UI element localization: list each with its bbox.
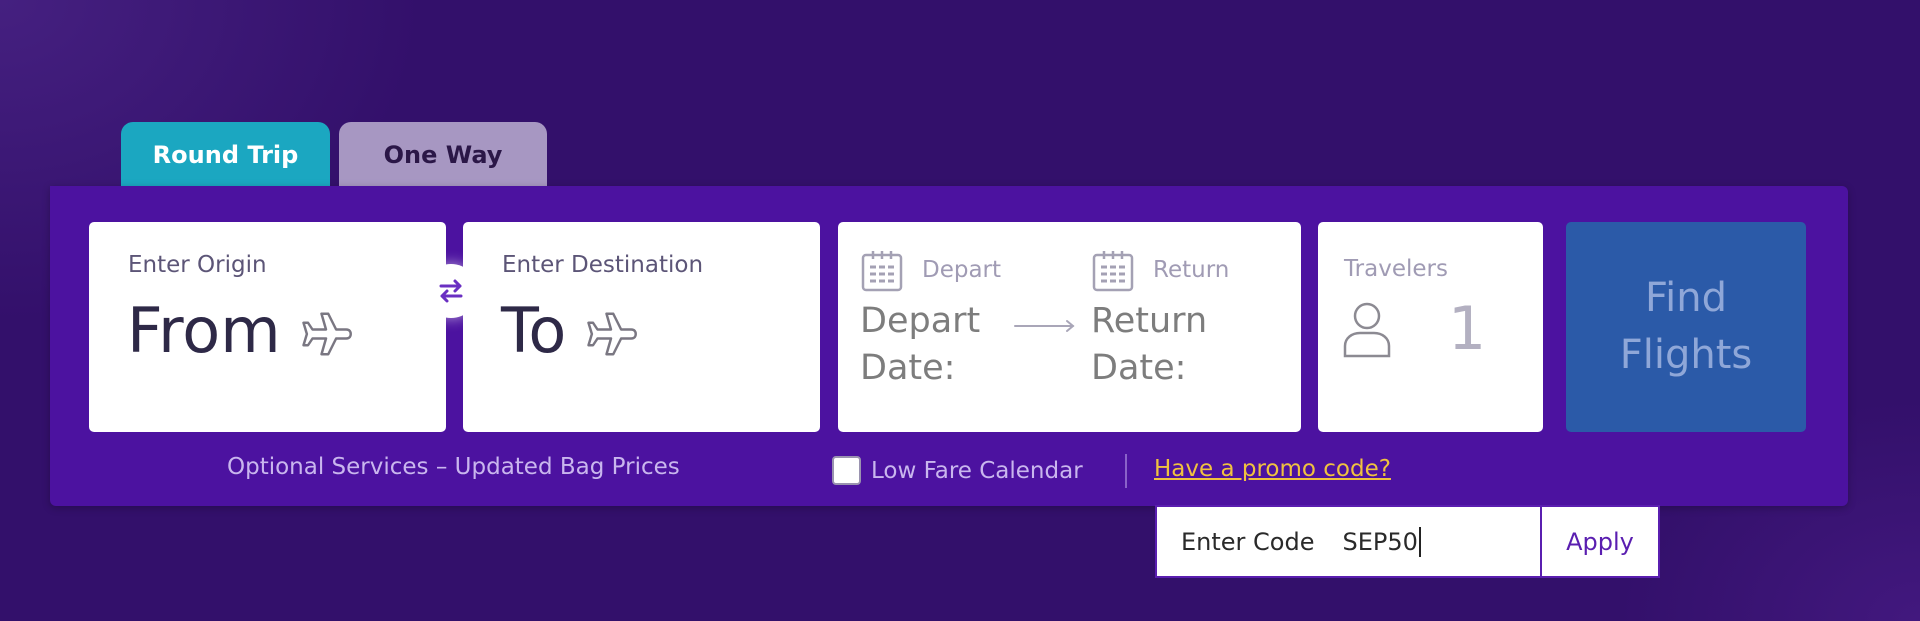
- origin-value-row: From: [127, 294, 353, 367]
- promo-code-value[interactable]: SEP50: [1343, 526, 1421, 557]
- low-fare-calendar-option[interactable]: Low Fare Calendar: [832, 456, 1083, 485]
- airplane-icon: [584, 301, 638, 361]
- travelers-field[interactable]: Travelers 1: [1318, 222, 1543, 432]
- depart-date-value[interactable]: Depart Date:: [860, 298, 1020, 392]
- find-flights-button[interactable]: Find Flights: [1566, 222, 1806, 432]
- optional-services-link[interactable]: Optional Services – Updated Bag Prices: [227, 454, 680, 480]
- promo-code-label: Enter Code: [1181, 527, 1315, 556]
- travelers-count: 1: [1448, 294, 1487, 364]
- promo-code-input[interactable]: Enter Code SEP50: [1157, 507, 1540, 576]
- airplane-icon: [299, 301, 353, 361]
- destination-value-row: To: [501, 294, 638, 367]
- long-arrow-right-icon: [1013, 318, 1077, 334]
- destination-field[interactable]: Enter Destination To: [463, 222, 820, 432]
- calendar-icon: [1092, 251, 1134, 292]
- destination-value: To: [501, 294, 567, 367]
- depart-label: Depart: [922, 257, 1002, 283]
- return-date-column[interactable]: Return Return Date:: [1091, 248, 1251, 392]
- calendar-icon: [861, 251, 903, 292]
- origin-value: From: [127, 294, 281, 367]
- return-date-value[interactable]: Return Date:: [1091, 298, 1251, 392]
- dates-field: Depart Depart Date: Return Return Date:: [838, 222, 1301, 432]
- return-header: Return: [1091, 248, 1251, 292]
- destination-label: Enter Destination: [502, 252, 704, 278]
- depart-header: Depart: [860, 248, 1020, 292]
- origin-label: Enter Origin: [128, 252, 267, 278]
- travelers-label: Travelers: [1344, 256, 1448, 282]
- origin-field[interactable]: Enter Origin From: [89, 222, 446, 432]
- tab-round-trip[interactable]: Round Trip: [121, 122, 330, 188]
- low-fare-calendar-label: Low Fare Calendar: [871, 457, 1083, 484]
- divider: [1125, 454, 1127, 488]
- tab-one-way[interactable]: One Way: [339, 122, 547, 188]
- promo-code-form: Enter Code SEP50 Apply: [1155, 505, 1660, 578]
- promo-code-link[interactable]: Have a promo code?: [1154, 456, 1391, 482]
- apply-promo-button[interactable]: Apply: [1540, 507, 1658, 576]
- return-label: Return: [1153, 257, 1230, 283]
- person-icon: [1342, 300, 1392, 360]
- flight-search-panel: Enter Origin From Enter Destination To D…: [50, 186, 1848, 506]
- swap-arrows-icon: [439, 279, 463, 303]
- depart-date-column[interactable]: Depart Depart Date:: [860, 248, 1020, 392]
- low-fare-calendar-checkbox[interactable]: [832, 456, 861, 485]
- swap-origin-destination-button[interactable]: [424, 264, 478, 318]
